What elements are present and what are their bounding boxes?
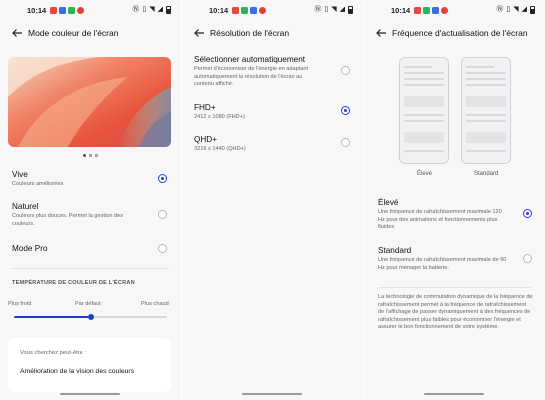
nfc-icon: Ⓝ xyxy=(314,6,322,13)
radio-button[interactable] xyxy=(341,138,350,147)
wifi-icon: ◥ xyxy=(331,6,337,13)
page-title: Mode couleur de l'écran xyxy=(28,28,119,38)
option-subtitle: Couleurs plus douces. Permet la gestion … xyxy=(12,213,124,227)
notification-app-icon xyxy=(77,7,85,14)
radio-button[interactable] xyxy=(158,210,167,219)
pager-dot[interactable] xyxy=(89,154,92,157)
radio-button[interactable] xyxy=(341,66,350,75)
option-title: FHD+ xyxy=(194,103,216,112)
vibrate-icon: ▯ xyxy=(506,6,511,13)
suggestion-card: Vous cherchez peut-être : Amélioration d… xyxy=(8,338,171,392)
slider-label-default: Par défaut xyxy=(75,301,101,307)
option-subtitle: Permet d'économiser de l'énergie en adap… xyxy=(194,66,309,88)
preview-phone-high xyxy=(399,57,449,164)
option-subtitle: 3216 x 1440 (QHD+) xyxy=(194,146,246,152)
home-indicator[interactable] xyxy=(424,393,484,395)
notification-app-icon xyxy=(68,7,76,14)
back-arrow-icon[interactable] xyxy=(10,26,24,40)
signal-icon: ◢ xyxy=(521,6,527,13)
screen-color-mode: 10:14 Ⓝ ▯ ◥ ◢ Mode couleur de l'écran Vi… xyxy=(0,0,181,400)
notification-app-icon xyxy=(259,7,267,14)
wallpaper-preview[interactable] xyxy=(8,57,171,147)
wifi-icon: ◥ xyxy=(149,6,155,13)
pager-dot[interactable] xyxy=(83,154,86,157)
divider xyxy=(378,287,531,288)
page-title: Fréquence d'actualisation de l'écran xyxy=(392,28,528,38)
notification-app-icon xyxy=(423,7,431,14)
preview-label-high: Élevé xyxy=(417,171,433,177)
option-title: QHD+ xyxy=(194,135,217,144)
screen-refresh-rate: 10:14 Ⓝ ▯ ◥ ◢ Fréquence d'actualisation … xyxy=(364,0,545,400)
home-indicator[interactable] xyxy=(242,393,302,395)
option-subtitle: Une fréquence de rafraîchissement maxima… xyxy=(378,209,502,231)
footnote-text: La technologie de commutation dynamique … xyxy=(378,294,533,331)
status-bar: 10:14 Ⓝ ▯ ◥ ◢ xyxy=(0,0,181,20)
slider-label-warm: Plus chaud xyxy=(141,301,169,307)
option-title: Vive xyxy=(12,170,28,179)
option-subtitle: 2412 x 1080 (FHD+) xyxy=(194,114,245,120)
option-title: Naturel xyxy=(12,202,39,211)
pager-dot[interactable] xyxy=(95,154,98,157)
vibrate-icon: ▯ xyxy=(324,6,329,13)
notification-app-icon xyxy=(432,7,440,14)
wallpaper-pager[interactable] xyxy=(0,154,181,157)
radio-button[interactable] xyxy=(523,209,532,218)
nfc-icon: Ⓝ xyxy=(132,6,140,13)
screen-resolution: 10:14 Ⓝ ▯ ◥ ◢ Résolution de l'écran Séle… xyxy=(182,0,363,400)
back-arrow-icon[interactable] xyxy=(192,26,206,40)
option-title: Élevé xyxy=(378,198,399,207)
status-bar: 10:14 Ⓝ ▯ ◥ ◢ xyxy=(364,0,545,20)
option-title: Sélectionner automatiquement xyxy=(194,55,306,64)
option-subtitle: Une fréquence de rafraîchissement maxima… xyxy=(378,257,507,271)
suggestion-heading: Vous cherchez peut-être : xyxy=(20,350,87,356)
signal-icon: ◢ xyxy=(157,6,163,13)
suggestion-link[interactable]: Amélioration de la vision des couleurs xyxy=(20,368,134,375)
option-title: Mode Pro xyxy=(12,244,48,253)
notification-app-icon xyxy=(59,7,67,14)
preview-label-standard: Standard xyxy=(474,171,499,177)
back-arrow-icon[interactable] xyxy=(374,26,388,40)
wifi-icon: ◥ xyxy=(513,6,519,13)
notification-app-icon xyxy=(250,7,258,14)
notification-app-icon xyxy=(241,7,249,14)
radio-button[interactable] xyxy=(341,106,350,115)
option-title: Standard xyxy=(378,246,412,255)
status-time: 10:14 xyxy=(391,6,411,15)
battery-icon xyxy=(530,6,535,14)
section-label: TEMPÉRATURE DE COULEUR DE L'ÉCRAN xyxy=(12,280,135,286)
notification-app-icon xyxy=(441,7,449,14)
signal-icon: ◢ xyxy=(339,6,345,13)
radio-button[interactable] xyxy=(523,254,532,263)
slider-thumb[interactable] xyxy=(87,314,94,320)
home-indicator[interactable] xyxy=(60,393,120,395)
notification-app-icon xyxy=(414,7,422,14)
page-title: Résolution de l'écran xyxy=(210,28,290,38)
battery-icon xyxy=(348,6,353,14)
option-subtitle: Couleurs améliorées xyxy=(12,181,64,187)
slider-label-cool: Plus froid xyxy=(8,301,32,307)
preview-phone-standard xyxy=(461,57,511,164)
nfc-icon: Ⓝ xyxy=(496,6,504,13)
radio-button[interactable] xyxy=(158,244,167,253)
divider xyxy=(12,268,169,269)
notification-app-icon xyxy=(50,7,58,14)
status-time: 10:14 xyxy=(27,6,47,15)
status-bar: 10:14 Ⓝ ▯ ◥ ◢ xyxy=(182,0,363,20)
slider-fill xyxy=(14,316,91,318)
radio-button[interactable] xyxy=(158,174,167,183)
vibrate-icon: ▯ xyxy=(142,6,147,13)
status-time: 10:14 xyxy=(209,6,229,15)
notification-app-icon xyxy=(232,7,240,14)
battery-icon xyxy=(166,6,171,14)
